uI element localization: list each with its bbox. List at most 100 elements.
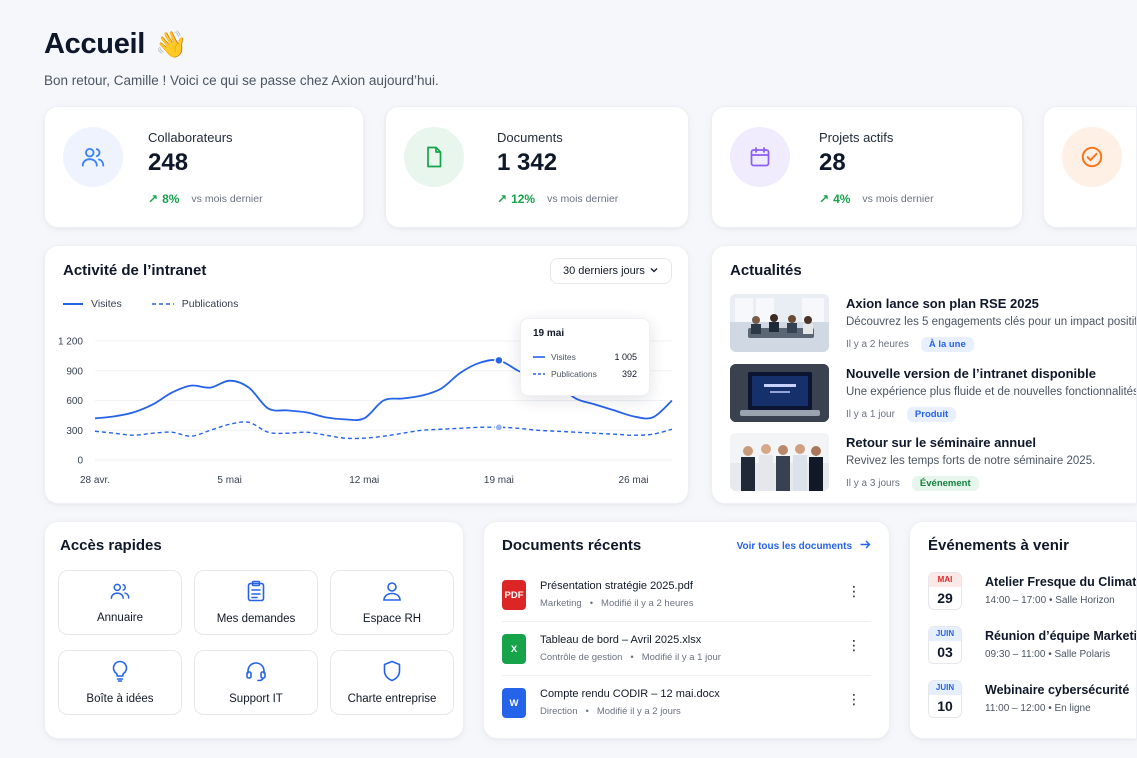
news-item-time: Il y a 3 jours bbox=[846, 478, 900, 489]
more-options-icon[interactable]: ⋮ bbox=[847, 584, 861, 598]
event-meta: 11:00 – 12:00 • En ligne bbox=[985, 703, 1091, 714]
calendar-icon bbox=[730, 127, 790, 187]
users-icon bbox=[109, 581, 131, 604]
x-tick-label: 19 mai bbox=[484, 475, 514, 486]
trend-up-icon: ↗ 12% bbox=[497, 192, 536, 206]
documents-card: Documents récents Voir tous les document… bbox=[483, 521, 890, 739]
waving-hand-icon: 👋 bbox=[155, 29, 188, 59]
event-month: JUIN bbox=[929, 681, 961, 695]
event-time: 09:30 – 11:00 bbox=[985, 649, 1046, 660]
stat-label: Documents bbox=[497, 130, 563, 145]
news-thumbnail-laptop bbox=[730, 364, 829, 422]
document-name: Présentation stratégie 2025.pdf bbox=[540, 580, 693, 592]
pdf-file-icon: PDF bbox=[502, 580, 526, 610]
stat-card-partial[interactable] bbox=[1043, 106, 1137, 228]
y-tick-label: 0 bbox=[77, 456, 83, 467]
tooltip-row-publications: Publications 392 bbox=[533, 369, 637, 379]
document-name: Tableau de bord – Avril 2025.xlsx bbox=[540, 634, 702, 646]
lightbulb-icon bbox=[111, 660, 129, 685]
document-row[interactable]: W Compte rendu CODIR – 12 mai.docx Direc… bbox=[502, 684, 871, 736]
news-thumbnail-meeting bbox=[730, 294, 829, 352]
tile-label: Espace RH bbox=[362, 613, 422, 625]
document-meta: Marketing • Modifié il y a 2 heures bbox=[540, 598, 694, 609]
y-tick-label: 900 bbox=[66, 366, 83, 377]
event-time: 11:00 – 12:00 bbox=[985, 703, 1046, 714]
tile-label: Annuaire bbox=[96, 612, 144, 624]
trend-percent: 4% bbox=[833, 192, 851, 206]
events-title: Événements à venir bbox=[928, 537, 1069, 554]
page-subtitle: Bon retour, Camille ! Voici ce qui se pa… bbox=[44, 73, 439, 88]
event-meta: 09:30 – 11:00 • Salle Polaris bbox=[985, 649, 1111, 660]
event-item[interactable]: JUIN 10 Webinaire cybersécurité 11:00 – … bbox=[928, 680, 1136, 720]
document-meta: Contrôle de gestion • Modifié il y a 1 jo… bbox=[540, 652, 721, 663]
news-item[interactable]: Nouvelle version de l’intranet disponibl… bbox=[730, 364, 1136, 424]
document-modified: Modifié il y a 2 heures bbox=[601, 598, 694, 609]
quick-access-charte[interactable]: Charte entreprise bbox=[330, 650, 454, 715]
document-icon bbox=[404, 127, 464, 187]
view-all-label: Voir tous les documents bbox=[736, 540, 852, 552]
divider bbox=[502, 621, 871, 622]
activity-card: Activité de l’intranet 30 derniers jours… bbox=[44, 245, 689, 504]
news-item[interactable]: Axion lance son plan RSE 2025 Découvrez … bbox=[730, 294, 1136, 354]
document-category: Direction bbox=[540, 706, 578, 717]
event-item[interactable]: MAI 29 Atelier Fresque du Climat 14:00 –… bbox=[928, 572, 1137, 612]
x-tick-label: 12 mai bbox=[349, 475, 379, 486]
event-day: 03 bbox=[937, 644, 953, 660]
user-icon bbox=[382, 580, 402, 605]
stat-label: Projets actifs bbox=[819, 130, 894, 145]
event-day: 29 bbox=[937, 590, 953, 606]
event-place: Salle Polaris bbox=[1054, 649, 1111, 660]
event-title: Atelier Fresque du Climat bbox=[985, 575, 1137, 589]
event-date: JUIN 10 bbox=[928, 680, 962, 718]
event-title: Webinaire cybersécurité bbox=[985, 683, 1130, 697]
stat-card-documents[interactable]: Documents 1 342 ↗ 12% vs mois dernier bbox=[385, 106, 689, 228]
document-category: Contrôle de gestion bbox=[540, 652, 623, 663]
event-place: En ligne bbox=[1054, 703, 1091, 714]
quick-access-boite-idees[interactable]: Boîte à idées bbox=[58, 650, 182, 715]
headset-icon bbox=[245, 660, 267, 685]
news-item-title: Axion lance son plan RSE 2025 bbox=[846, 296, 1039, 311]
y-tick-label: 600 bbox=[66, 396, 83, 407]
tooltip-row-visits: Visites 1 005 bbox=[533, 352, 637, 362]
document-meta: Direction • Modifié il y a 2 jours bbox=[540, 706, 681, 717]
trend-up-icon: ↗ 8% bbox=[148, 192, 180, 206]
event-day: 10 bbox=[937, 698, 953, 714]
news-item-meta: Il y a 2 heures À la une bbox=[846, 337, 974, 352]
check-circle-icon bbox=[1062, 127, 1122, 187]
view-all-documents-link[interactable]: Voir tous les documents bbox=[737, 540, 871, 552]
event-place: Salle Horizon bbox=[1055, 595, 1115, 606]
x-tick-label: 26 mai bbox=[619, 475, 649, 486]
news-item[interactable]: Retour sur le séminaire annuel Revivez l… bbox=[730, 433, 1136, 493]
y-tick-label: 1 200 bbox=[58, 337, 83, 348]
document-category: Marketing bbox=[540, 598, 582, 609]
quick-access-support-it[interactable]: Support IT bbox=[194, 650, 318, 715]
clipboard-icon bbox=[246, 580, 266, 605]
stat-value: 28 bbox=[819, 149, 846, 176]
event-item[interactable]: JUIN 03 Réunion d’équipe Marketing 09:30… bbox=[928, 626, 1136, 666]
quick-access-annuaire[interactable]: Annuaire bbox=[58, 570, 182, 635]
y-tick-label: 300 bbox=[66, 426, 83, 437]
news-badge: À la une bbox=[920, 337, 974, 352]
news-item-meta: Il y a 3 jours Événement bbox=[846, 476, 979, 491]
x-tick-label: 5 mai bbox=[217, 475, 241, 486]
news-item-meta: Il y a 1 jour Produit bbox=[846, 407, 957, 422]
stat-trend: ↗ 8% vs mois dernier bbox=[148, 192, 263, 206]
tooltip-visits-label: Visites bbox=[551, 352, 576, 362]
event-date: JUIN 03 bbox=[928, 626, 962, 664]
stat-value: 248 bbox=[148, 149, 189, 176]
quick-access-mes-demandes[interactable]: Mes demandes bbox=[194, 570, 318, 635]
news-item-title: Nouvelle version de l’intranet disponibl… bbox=[846, 366, 1096, 381]
more-options-icon[interactable]: ⋮ bbox=[847, 692, 861, 706]
stat-trend: ↗ 12% vs mois dernier bbox=[497, 192, 618, 206]
highlight-point-publications bbox=[494, 423, 503, 432]
quick-access-espace-rh[interactable]: Espace RH bbox=[330, 570, 454, 635]
stat-card-projets[interactable]: Projets actifs 28 ↗ 4% vs mois dernier bbox=[711, 106, 1023, 228]
more-options-icon[interactable]: ⋮ bbox=[847, 638, 861, 652]
tile-label: Boîte à idées bbox=[86, 693, 154, 705]
chart-tooltip: 19 mai Visites 1 005 Publications 392 bbox=[520, 318, 650, 396]
trend-up-icon: ↗ 4% bbox=[819, 192, 851, 206]
trend-percent: 12% bbox=[511, 192, 536, 206]
tooltip-date: 19 mai bbox=[533, 328, 565, 339]
documents-title: Documents récents bbox=[502, 537, 642, 554]
stat-card-collaborateurs[interactable]: Collaborateurs 248 ↗ 8% vs mois dernier bbox=[44, 106, 364, 228]
